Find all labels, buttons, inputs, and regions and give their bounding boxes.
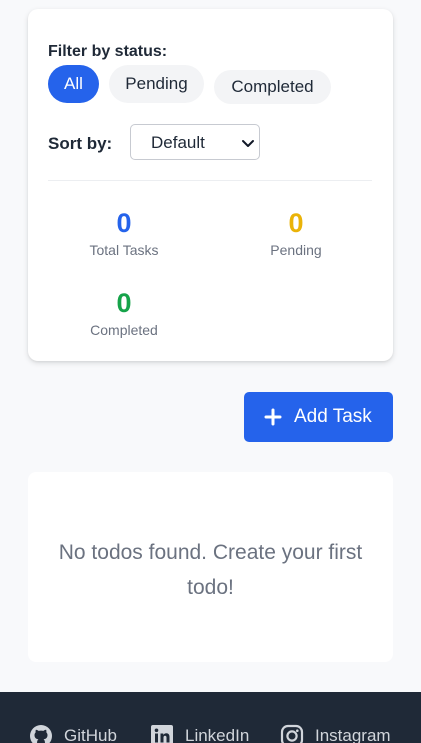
stat-completed: 0 Completed	[59, 288, 189, 338]
filter-card: Filter by status: All Pending Completed …	[28, 9, 393, 361]
stat-pending-value: 0	[288, 208, 304, 238]
empty-state-message: No todos found. Create your first todo!	[58, 541, 363, 599]
footer-link-label: LinkedIn	[185, 726, 250, 743]
stat-total-label: Total Tasks	[89, 242, 159, 258]
filter-label: Filter by status:	[48, 43, 168, 60]
stat-total: 0 Total Tasks	[59, 208, 189, 258]
empty-state-card: No todos found. Create your first todo!	[28, 472, 393, 662]
add-task-label: Add Task	[294, 406, 372, 427]
sort-select[interactable]: Default	[130, 124, 260, 160]
stat-completed-label: Completed	[90, 322, 158, 338]
stat-pending-label: Pending	[270, 242, 322, 258]
filter-all-button[interactable]: All	[48, 65, 99, 103]
stat-pending: 0 Pending	[231, 208, 361, 258]
chevron-down-icon	[242, 140, 254, 147]
footer-link-label: Instagram	[315, 726, 391, 743]
github-icon	[30, 725, 52, 743]
divider	[48, 180, 372, 181]
sort-selected-value: Default	[151, 133, 205, 152]
linkedin-icon	[151, 725, 173, 743]
filter-completed-button[interactable]: Completed	[214, 70, 331, 104]
add-task-button[interactable]: Add Task	[244, 392, 393, 442]
footer: GitHub LinkedIn Instagram	[0, 692, 421, 743]
todo-page: Filter by status: All Pending Completed …	[0, 0, 421, 743]
stat-total-value: 0	[116, 208, 132, 238]
sort-label: Sort by:	[48, 134, 113, 153]
footer-link-label: GitHub	[64, 726, 117, 743]
instagram-icon	[280, 724, 304, 743]
stat-completed-value: 0	[116, 288, 132, 318]
plus-icon	[264, 408, 282, 426]
filter-pending-button[interactable]: Pending	[109, 65, 204, 103]
